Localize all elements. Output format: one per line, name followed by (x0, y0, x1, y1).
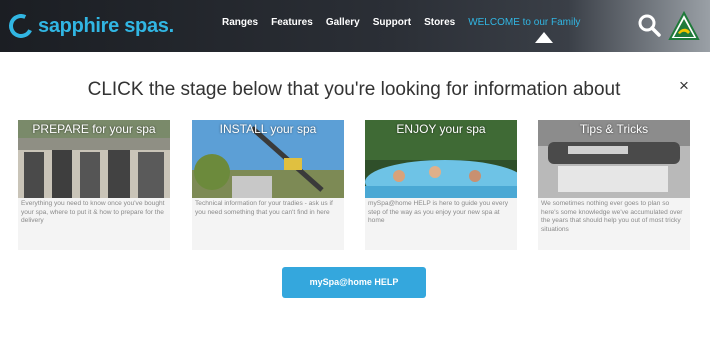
search-icon[interactable] (637, 13, 661, 37)
modal-title: CLICK the stage below that you're lookin… (87, 79, 621, 100)
site-logo[interactable]: sapphire spas. (5, 10, 174, 42)
nav-item-support[interactable]: Support (373, 17, 411, 28)
card-desc-install: Technical information for your tradies -… (195, 200, 333, 216)
card-desc-enjoy: mySpa@home HELP is here to guide you eve… (368, 200, 508, 225)
nav-item-ranges[interactable]: Ranges (222, 17, 258, 28)
card-desc-prepare: Everything you need to know once you've … (21, 200, 165, 225)
nav-item-features[interactable]: Features (271, 17, 313, 28)
nav-item-stores[interactable]: Stores (424, 17, 455, 28)
card-title-install: INSTALL your spa (219, 122, 317, 136)
card-title-enjoy: ENJOY your spa (396, 122, 486, 136)
stage-card-tips[interactable]: Tips & Tricks We sometimes nothing ever … (538, 120, 690, 250)
site-header: sapphire spas. Ranges Features Gallery S… (0, 0, 710, 52)
stage-card-install[interactable]: INSTALL your spa Technical information f… (192, 120, 344, 250)
card-title-tips: Tips & Tricks (579, 122, 649, 136)
stage-card-prepare[interactable]: PREPARE for your spa Everything you need… (18, 120, 170, 250)
myspa-help-button[interactable]: mySpa@home HELP (282, 267, 426, 298)
logo-mark-icon (5, 10, 37, 42)
nav-item-welcome[interactable]: WELCOME to our Family (468, 17, 580, 28)
australian-made-badge-icon (668, 10, 700, 43)
card-title-prepare: PREPARE for your spa (32, 122, 156, 136)
active-nav-indicator-icon (535, 32, 553, 43)
nav-item-gallery[interactable]: Gallery (326, 17, 360, 28)
main-nav: Ranges Features Gallery Support Stores W… (222, 17, 580, 28)
logo-text: sapphire spas. (38, 14, 174, 37)
stage-card-enjoy[interactable]: ENJOY your spa mySpa@home HELP is here t… (365, 120, 517, 250)
close-icon[interactable]: × (675, 77, 693, 95)
card-desc-tips: We sometimes nothing ever goes to plan s… (541, 200, 683, 233)
